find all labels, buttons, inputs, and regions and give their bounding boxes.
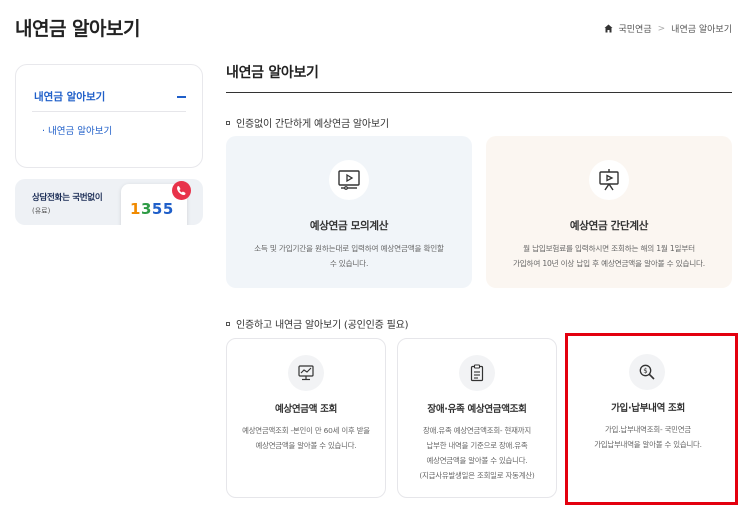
card-disability-survivor-pension[interactable]: 장애·유족 예상연금액조회 장애.유족 예상연금액조회- 현재까지 납부한 내역… bbox=[397, 338, 557, 498]
card-pension-simple-calc[interactable]: 예상연금 간단계산 월 납입보험료를 입력하시면 조회하는 해의 1월 1일부터… bbox=[486, 136, 732, 288]
section-heading: 내연금 알아보기 bbox=[226, 65, 319, 81]
breadcrumb: 국민연금 > 내연금 알아보기 bbox=[604, 22, 732, 35]
monitor-chart-icon bbox=[288, 355, 324, 391]
presentation-play-icon bbox=[589, 160, 629, 200]
card-title: 예상연금액 조회 bbox=[274, 404, 338, 415]
card-pension-simulation[interactable]: 예상연금 모의계산 소득 및 가입기간을 원하는대로 입력하여 예상연금액을 확… bbox=[226, 136, 472, 288]
card-title: 예상연금 간단계산 bbox=[569, 220, 649, 232]
section-title-auth: 인증하고 내연금 알아보기 (공인인증 필요) bbox=[226, 316, 409, 331]
phone-number: 1355 bbox=[130, 200, 174, 218]
section-title-no-auth: 인증없이 간단하게 예상연금 알아보기 bbox=[226, 115, 389, 130]
breadcrumb-item-current: 내연금 알아보기 bbox=[671, 25, 732, 35]
phone-badge-icon bbox=[172, 181, 191, 200]
card-desc-line: 예상연금액을 알아볼 수 있습니다. bbox=[255, 441, 357, 450]
phone-digit: 1 bbox=[130, 200, 141, 218]
phone-digit: 3 bbox=[140, 200, 152, 218]
card-desc-line: 예상연금액을 알아볼 수 있습니다. bbox=[426, 456, 528, 465]
breadcrumb-separator: > bbox=[657, 23, 666, 34]
heading-rule bbox=[226, 92, 732, 93]
card-expected-pension[interactable]: 예상연금액 조회 예상연금액조회 -본인이 만 60세 이후 받을 예상연금액을… bbox=[226, 338, 386, 498]
square-bullet-icon bbox=[226, 321, 230, 326]
sidebar-item-pension[interactable]: · 내연금 알아보기 bbox=[42, 123, 112, 137]
page-title: 내연금 알아보기 bbox=[15, 18, 140, 40]
section-title-text: 인증하고 내연금 알아보기 (공인인증 필요) bbox=[236, 320, 409, 331]
sidebar-divider bbox=[32, 111, 186, 112]
call-center-banner[interactable]: 상담전화는 국번없이 (유료) 1355 bbox=[15, 179, 203, 225]
card-desc: 장애.유족 예상연금액조회- 현재까지 납부한 내역을 기준으로 장애.유족 예… bbox=[404, 423, 550, 483]
card-desc: 예상연금액조회 -본인이 만 60세 이후 받을 예상연금액을 알아볼 수 있습… bbox=[233, 423, 379, 453]
square-bullet-icon bbox=[226, 120, 230, 125]
clipboard-icon bbox=[459, 355, 495, 391]
breadcrumb-item-pension[interactable]: 국민연금 bbox=[619, 22, 652, 35]
card-title: 예상연금 모의계산 bbox=[309, 220, 389, 232]
card-title: 장애·유족 예상연금액조회 bbox=[427, 404, 527, 415]
card-desc-line: 월 납입보험료를 입력하시면 조회하는 해의 1월 1일부터 bbox=[523, 244, 695, 253]
card-desc: 월 납입보험료를 입력하시면 조회하는 해의 1월 1일부터 가입하여 10년 … bbox=[492, 241, 726, 271]
phone-digit: 5 bbox=[162, 200, 174, 218]
home-icon[interactable] bbox=[604, 24, 613, 33]
card-desc: 소득 및 가입기간을 원하는대로 입력하여 예상연금액을 확인할 수 있습니다. bbox=[232, 241, 466, 271]
call-banner-title: 상담전화는 국번없이 bbox=[32, 193, 103, 203]
collapse-minus-icon[interactable] bbox=[177, 95, 186, 98]
call-banner-sub: (유료) bbox=[32, 207, 51, 215]
monitor-play-icon bbox=[329, 160, 369, 200]
card-desc-line: (지급사유발생일은 조회일로 자동계산) bbox=[419, 471, 535, 480]
phone-digit: 5 bbox=[151, 200, 163, 218]
sidebar-menu: 내연금 알아보기 · 내연금 알아보기 bbox=[15, 64, 203, 168]
card-desc-line: 장애.유족 예상연금액조회- 현재까지 bbox=[423, 426, 531, 435]
highlight-box bbox=[565, 333, 738, 505]
card-desc-line: 예상연금액조회 -본인이 만 60세 이후 받을 bbox=[242, 426, 370, 435]
sidebar-menu-header[interactable]: 내연금 알아보기 bbox=[34, 89, 186, 104]
card-desc-line: 수 있습니다. bbox=[329, 259, 369, 268]
card-desc-line: 가입하여 10년 이상 납입 후 예상연금액을 알아볼 수 있습니다. bbox=[512, 259, 706, 268]
section-title-text: 인증없이 간단하게 예상연금 알아보기 bbox=[236, 119, 389, 130]
card-desc-line: 납부한 내역을 기준으로 장애.유족 bbox=[426, 441, 528, 450]
card-desc-line: 소득 및 가입기간을 원하는대로 입력하여 예상연금액을 확인할 bbox=[254, 244, 444, 253]
sidebar-menu-label: 내연금 알아보기 bbox=[34, 91, 106, 103]
